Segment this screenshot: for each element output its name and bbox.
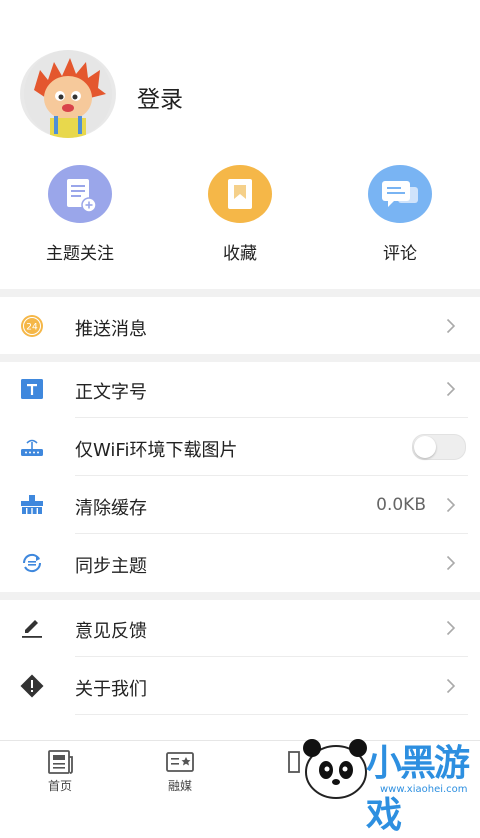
watermark-logo: 小黑游戏 www.xiaohei.com bbox=[296, 728, 480, 836]
subscribe-doc-icon bbox=[48, 165, 112, 223]
quick-action-comments[interactable]: 评论 bbox=[320, 165, 480, 275]
router-icon bbox=[20, 435, 46, 459]
toggle-knob bbox=[414, 436, 436, 458]
chevron-right-icon bbox=[446, 555, 456, 571]
quick-action-label: 评论 bbox=[383, 244, 417, 264]
svg-text:24: 24 bbox=[26, 323, 38, 333]
media-card-icon bbox=[166, 749, 194, 775]
warning-diamond-icon bbox=[20, 674, 46, 698]
tab-label: 融媒 bbox=[167, 779, 192, 793]
setting-sync-theme[interactable]: 同步主题 bbox=[0, 534, 480, 592]
chevron-right-icon bbox=[446, 678, 456, 694]
wifi-only-toggle[interactable] bbox=[412, 434, 466, 460]
setting-label: 清除缓存 bbox=[75, 498, 147, 519]
chevron-right-icon bbox=[446, 620, 456, 636]
section-divider bbox=[0, 289, 480, 297]
setting-font-size[interactable]: 正文字号 bbox=[0, 360, 480, 418]
cache-size-value: 0.0KB bbox=[376, 495, 426, 515]
font-size-icon bbox=[20, 377, 46, 401]
setting-feedback[interactable]: 意见反馈 bbox=[0, 599, 480, 657]
chevron-right-icon bbox=[446, 318, 456, 334]
quick-action-favorites[interactable]: 收藏 bbox=[160, 165, 320, 275]
setting-label: 关于我们 bbox=[75, 679, 147, 700]
chevron-right-icon bbox=[446, 381, 456, 397]
setting-label: 正文字号 bbox=[75, 382, 147, 403]
newspaper-icon bbox=[46, 749, 74, 775]
quick-action-label: 收藏 bbox=[223, 244, 257, 264]
tab-home[interactable]: 首页 bbox=[12, 741, 108, 801]
broom-icon bbox=[20, 493, 46, 517]
setting-wifi-only-images: 仅WiFi环境下载图片 bbox=[0, 418, 480, 476]
login-link[interactable]: 登录 bbox=[137, 80, 183, 114]
bookmark-icon bbox=[208, 165, 272, 223]
quick-action-label: 主题关注 bbox=[46, 244, 114, 264]
setting-push-messages[interactable]: 24 推送消息 bbox=[0, 297, 480, 355]
comment-icon bbox=[368, 165, 432, 223]
tab-label: 首页 bbox=[47, 779, 72, 793]
setting-label: 同步主题 bbox=[75, 556, 147, 577]
pencil-icon bbox=[20, 616, 46, 640]
sync-icon bbox=[20, 551, 46, 575]
setting-clear-cache[interactable]: 清除缓存 0.0KB bbox=[0, 476, 480, 534]
quick-action-subscriptions[interactable]: 主题关注 bbox=[0, 165, 160, 275]
setting-label: 仅WiFi环境下载图片 bbox=[75, 440, 238, 461]
setting-label: 意见反馈 bbox=[75, 621, 147, 642]
watermark-url: www.xiaohei.com bbox=[380, 784, 468, 795]
row-divider bbox=[75, 714, 468, 715]
push-badge-icon: 24 bbox=[20, 314, 46, 338]
avatar[interactable] bbox=[20, 50, 116, 138]
setting-label: 推送消息 bbox=[75, 319, 147, 340]
tab-media[interactable]: 融媒 bbox=[132, 741, 228, 801]
profile-header: 登录 bbox=[0, 0, 480, 160]
setting-about-us[interactable]: 关于我们 bbox=[0, 657, 480, 715]
panda-icon bbox=[303, 739, 367, 799]
chevron-right-icon bbox=[446, 497, 456, 513]
